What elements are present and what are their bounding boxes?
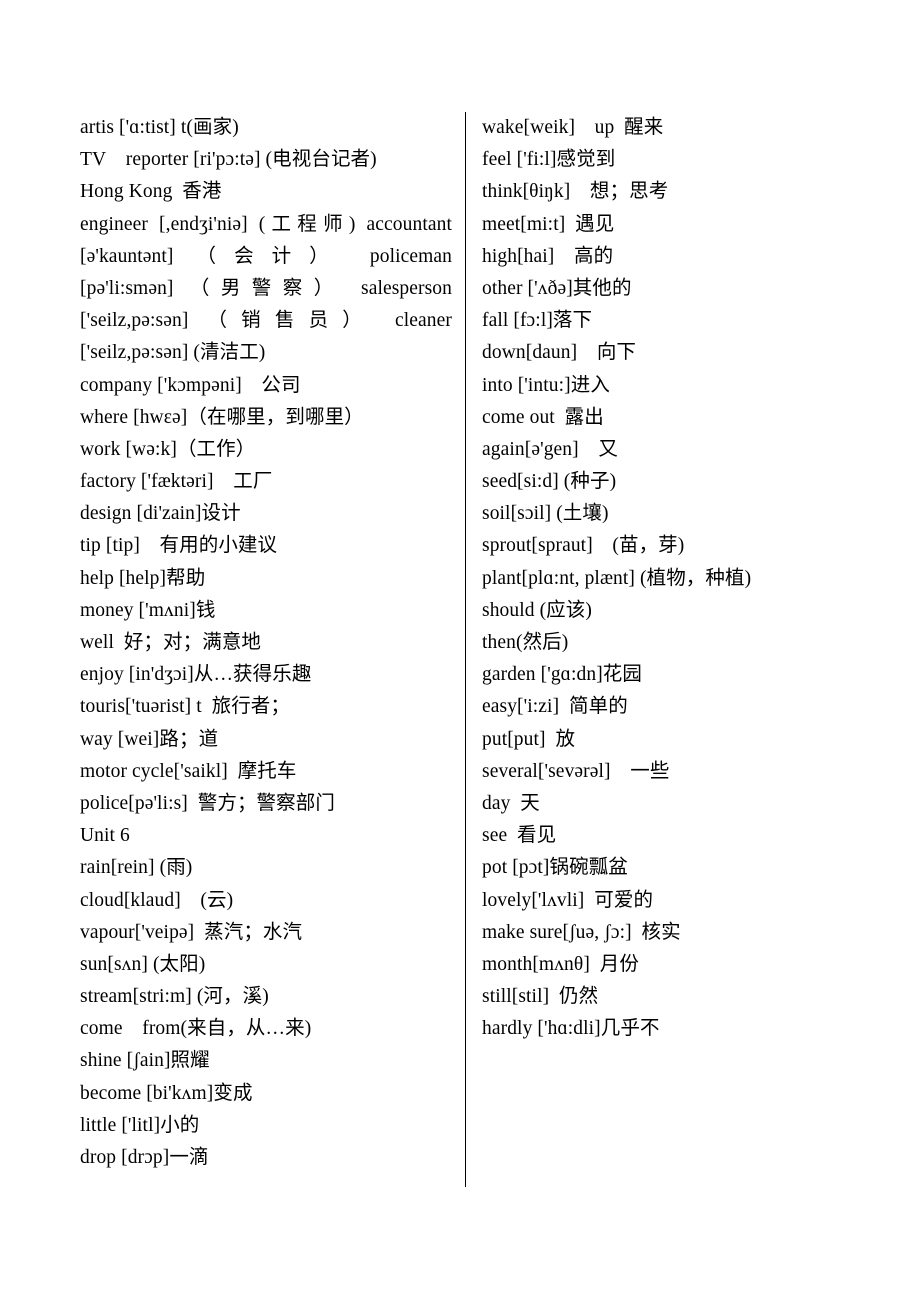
vocabulary-right-entry: seed[si:d] (种子): [482, 471, 617, 493]
vocabulary-right-entry: pot [pɔt]锅碗瓢盆: [482, 857, 628, 879]
vocabulary-right-entry: high[hai] 高的: [482, 245, 614, 267]
vocabulary-left-entry: TV reporter [ri'pɔ:tə] (电视台记者): [80, 149, 377, 171]
vocabulary-left-entry: motor cycle['saikl] 摩托车: [80, 760, 297, 782]
vocabulary-left-entry: become [bi'kʌm]变成: [80, 1082, 253, 1104]
vocabulary-left-entry: [pə'li:smən] （男警察） salesperson: [80, 277, 452, 299]
vocabulary-right-entry: again[ə'gen] 又: [482, 438, 618, 460]
vocabulary-right-entry: down[daun] 向下: [482, 342, 637, 364]
vocabulary-left-entry: artis ['ɑ:tist] t(画家): [80, 117, 239, 138]
vocabulary-left-entry: Hong Kong 香港: [80, 181, 222, 203]
vocabulary-right-entry: several['sevərəl] 一些: [482, 760, 670, 782]
vocabulary-right-entry: easy['i:zi] 简单的: [482, 696, 628, 718]
vocabulary-right-entry: soil[sɔil] (土壤): [482, 503, 609, 525]
vocabulary-left-entry: well 好；对；满意地: [80, 632, 262, 653]
vocabulary-left-entry: touris['tuərist] t 旅行者；: [80, 696, 291, 718]
vocabulary-left-entry: [ə'kauntənt] （会计） policeman: [80, 245, 452, 267]
vocabulary-left-entry: help [help]帮助: [80, 567, 206, 589]
vocabulary-left-entry: design [di'zain]设计: [80, 503, 241, 525]
vocabulary-right-entry: should (应该): [482, 599, 592, 621]
vocabulary-left-entry: police[pə'li:s] 警方；警察部门: [80, 792, 335, 814]
vocabulary-left-entry: vapour['veipə] 蒸汽；水汽: [80, 921, 303, 943]
vocabulary-left-entry: come from(来自，从…来): [80, 1018, 312, 1040]
left-column: artis ['ɑ:tist] t(画家) TV reporter [ri'pɔ:…: [80, 112, 452, 1174]
vocabulary-left-entry: money ['mʌni]钱: [80, 599, 216, 621]
vocabulary-left-entry: stream[stri:m] (河，溪): [80, 986, 269, 1008]
vocabulary-left-entry: cloud[klaud] (云): [80, 889, 234, 911]
vocabulary-right-entry: month[mʌnθ] 月份: [482, 953, 639, 975]
vocabulary-right-entry: put[put] 放: [482, 728, 576, 750]
vocabulary-right-entry: think[θiŋk] 想；思考: [482, 181, 669, 203]
vocabulary-right-entry: wake[weik] up 醒来: [482, 117, 664, 138]
vocabulary-left-entry: shine [ʃain]照耀: [80, 1050, 210, 1072]
vocabulary-right-entry: fall [fɔ:l]落下: [482, 310, 593, 332]
document-page: artis ['ɑ:tist] t(画家) TV reporter [ri'pɔ:…: [0, 0, 920, 1302]
vocabulary-right-entry: garden ['gɑ:dn]花园: [482, 664, 642, 686]
two-column-body: artis ['ɑ:tist] t(画家) TV reporter [ri'pɔ:…: [80, 112, 850, 1202]
vocabulary-right-entry: then(然后): [482, 632, 569, 653]
vocabulary-left-entry: ['seilz,pə:sən] (清洁工): [80, 342, 266, 364]
vocabulary-left-entry: sun[sʌn] (太阳): [80, 953, 206, 975]
vocabulary-left-entry: factory ['fæktəri] 工厂: [80, 471, 273, 493]
vocabulary-left-entry: Unit 6: [80, 825, 130, 847]
vocabulary-left-entry: way [wei]路；道: [80, 728, 219, 750]
right-column: wake[weik] up 醒来 feel ['fi:l]感觉到 think[θiŋ…: [482, 112, 850, 1045]
column-divider-rule: [465, 112, 466, 1187]
vocabulary-left-entry: where [hwɛə]（在哪里，到哪里）: [80, 406, 364, 428]
vocabulary-right-entry: feel ['fi:l]感觉到: [482, 149, 616, 171]
vocabulary-left-entry: engineer [,endʒi'niə] (工程师) accountant: [80, 213, 452, 235]
vocabulary-right-entry: into ['intu:]进入: [482, 374, 610, 396]
vocabulary-right-entry: hardly ['hɑ:dli]几乎不: [482, 1018, 660, 1040]
vocabulary-left-entry: little ['litl]小的: [80, 1114, 200, 1136]
vocabulary-right-entry: day 天: [482, 792, 540, 814]
vocabulary-right-entry: other ['ʌðə]其他的: [482, 277, 632, 299]
vocabulary-left-entry: company ['kɔmpəni] 公司: [80, 374, 301, 396]
vocabulary-right-entry: still[stil] 仍然: [482, 986, 599, 1008]
vocabulary-left-entry: drop [drɔp]一滴: [80, 1147, 209, 1168]
vocabulary-right-entry: meet[mi:t] 遇见: [482, 213, 615, 235]
vocabulary-left-entry: rain[rein] (雨): [80, 857, 193, 879]
vocabulary-left-entry: tip [tip] 有用的小建议: [80, 535, 278, 557]
vocabulary-right-entry: make sure[ʃuə, ʃɔ:] 核实: [482, 921, 681, 943]
vocabulary-left-entry: ['seilz,pə:sən] （销售员） cleaner: [80, 310, 452, 332]
vocabulary-left-entry: enjoy [in'dʒɔi]从…获得乐趣: [80, 664, 312, 686]
vocabulary-right-entry: lovely['lʌvli] 可爱的: [482, 889, 654, 911]
vocabulary-right-entry: sprout[spraut] (苗，芽): [482, 535, 685, 557]
vocabulary-left-entry: work [wə:k]（工作）: [80, 438, 256, 460]
vocabulary-right-entry: plant[plɑ:nt, plænt] (植物，种植): [482, 567, 752, 589]
vocabulary-right-entry: come out 露出: [482, 406, 604, 428]
vocabulary-right-entry: see 看见: [482, 825, 557, 847]
